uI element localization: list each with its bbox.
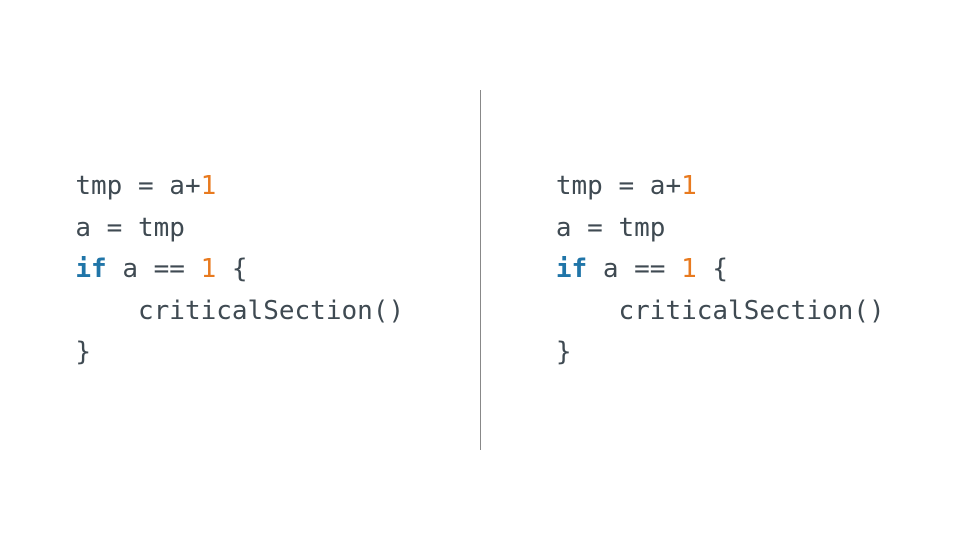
code-line: if a == 1 { [556, 254, 728, 284]
code-line: } [556, 337, 572, 367]
code-text: { [216, 254, 247, 284]
code-line: a = tmp [75, 213, 185, 243]
code-line: if a == 1 { [75, 254, 247, 284]
code-line: criticalSection() [556, 296, 885, 326]
code-text: tmp = a+ [75, 171, 200, 201]
number-literal: 1 [681, 254, 697, 284]
keyword: if [556, 254, 587, 284]
left-panel: tmp = a+1 a = tmp if a == 1 { criticalSe… [0, 166, 480, 374]
code-line: tmp = a+1 [75, 171, 216, 201]
code-text: a == [107, 254, 201, 284]
number-literal: 1 [681, 171, 697, 201]
number-literal: 1 [201, 171, 217, 201]
code-line: criticalSection() [75, 296, 404, 326]
code-text: a == [587, 254, 681, 284]
right-code-block: tmp = a+1 a = tmp if a == 1 { criticalSe… [556, 166, 885, 374]
number-literal: 1 [201, 254, 217, 284]
code-line: } [75, 337, 91, 367]
code-line: a = tmp [556, 213, 666, 243]
slide-container: tmp = a+1 a = tmp if a == 1 { criticalSe… [0, 0, 960, 540]
right-panel: tmp = a+1 a = tmp if a == 1 { criticalSe… [481, 166, 960, 374]
code-text: tmp = a+ [556, 171, 681, 201]
left-code-block: tmp = a+1 a = tmp if a == 1 { criticalSe… [75, 166, 404, 374]
code-text: { [697, 254, 728, 284]
code-line: tmp = a+1 [556, 171, 697, 201]
keyword: if [75, 254, 106, 284]
